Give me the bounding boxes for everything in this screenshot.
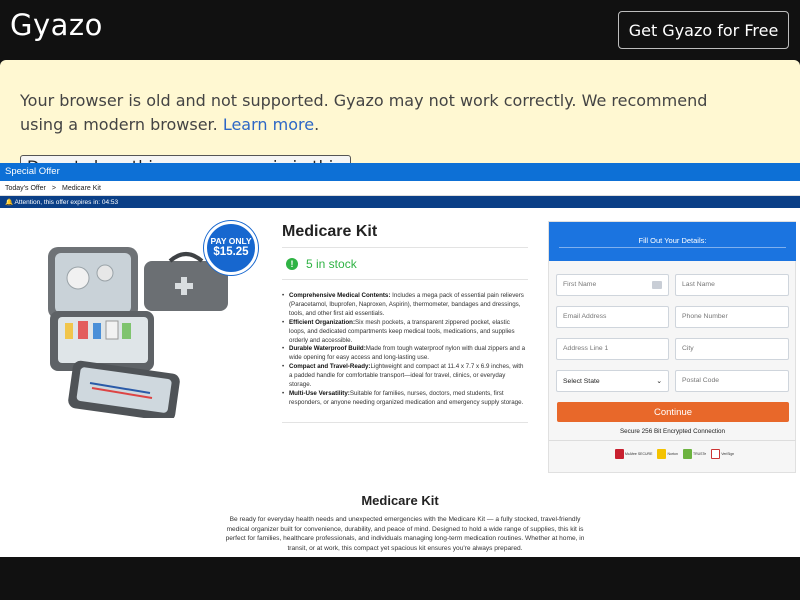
form-header-divider [559,247,786,248]
warning-message: Your browser is old and not supported. G… [20,91,708,134]
get-gyazo-button[interactable]: Get Gyazo for Free [618,11,789,49]
chevron-down-icon: ⌄ [656,378,662,385]
continue-button[interactable]: Continue [557,402,789,422]
exclamation-icon: ! [286,258,298,270]
feature-heading: Compact and Travel-Ready: [289,363,371,371]
special-offer-bar: Special Offer [0,163,800,181]
divider [282,422,528,423]
mcafee-badge: McAfee SECURE [615,448,652,460]
browser-warning-banner: Your browser is old and not supported. G… [0,60,800,175]
form-header: Fill Out Your Details: [549,222,796,261]
price-badge: PAY ONLY $15.25 [204,221,258,275]
feature-heading: Comprehensive Medical Contents: [289,292,391,299]
divider [282,247,528,248]
feature-list: Comprehensive Medical Contents: Includes… [282,292,526,408]
price-badge-amount: $15.25 [213,246,249,258]
state-select[interactable]: Select State ⌄ [556,370,669,392]
browser-warning-text: Your browser is old and not supported. G… [20,89,740,137]
description-text: Be ready for everyday health needs and u… [225,516,585,552]
description-title: Medicare Kit [361,493,439,508]
breadcrumb-item[interactable]: Today's Offer [5,185,46,192]
gyazo-logo[interactable]: Gyazo [10,8,103,42]
last-name-field[interactable]: Last Name [675,274,789,296]
autofill-icon [652,281,662,289]
state-select-value: Select State [563,377,600,385]
address-field[interactable]: Address Line 1 [556,338,669,360]
form-header-text: Fill Out Your Details: [638,236,707,245]
first-name-field[interactable]: First Name [556,274,669,296]
verisign-badge: VeriSign [711,448,734,460]
feature-item: Comprehensive Medical Contents: Includes… [282,292,526,319]
product-title: Medicare Kit [282,223,378,240]
divider [282,279,528,280]
feature-heading: Efficient Organization: [289,318,356,326]
learn-more-link[interactable]: Learn more [223,115,314,134]
breadcrumb-separator: > [51,185,56,192]
email-field[interactable]: Email Address [556,306,669,328]
feature-item: Compact and Travel-Ready:Lightweight and… [282,363,526,390]
divider [549,440,796,441]
feature-item: Durable Waterproof Build:Made from tough… [282,345,526,363]
feature-heading: Durable Waterproof Build: [289,345,366,353]
phone-field[interactable]: Phone Number [675,306,789,328]
city-field[interactable]: City [675,338,789,360]
warning-period: . [314,115,320,134]
breadcrumb-item[interactable]: Medicare Kit [62,185,101,192]
order-form: Fill Out Your Details: First Name Last N… [548,221,796,473]
stock-status: ! 5 in stock [286,257,357,271]
feature-item: Multi-Use Versatility:Suitable for famil… [282,390,526,408]
countdown-bar: 🔔 Attention, this offer expires in: 04:5… [0,196,800,208]
postal-code-field[interactable]: Postal Code [675,370,789,392]
norton-badge: Norton [657,448,678,460]
trust-badges: McAfee SECURE Norton TRUSTe VeriSign [615,448,734,460]
stock-text: 5 in stock [306,257,357,271]
truste-badge: TRUSTe [682,448,706,460]
breadcrumb: Today's Offer > Medicare Kit [0,182,800,196]
price-badge-label: PAY ONLY [210,236,252,246]
secure-connection-text: Secure 256 Bit Encrypted Connection [619,428,725,435]
feature-item: Efficient Organization:Six mesh pockets,… [282,319,526,346]
first-name-placeholder: First Name [563,281,597,288]
feature-heading: Multi-Use Versatility: [289,389,350,397]
gyazo-header: Gyazo Get Gyazo for Free [0,0,800,60]
screenshot-image: Special Offer Today's Offer > Medicare Kit… [0,163,800,557]
countdown-text: Attention, this offer expires in: 04:53 [14,199,119,206]
bell-icon: 🔔 [5,199,14,206]
